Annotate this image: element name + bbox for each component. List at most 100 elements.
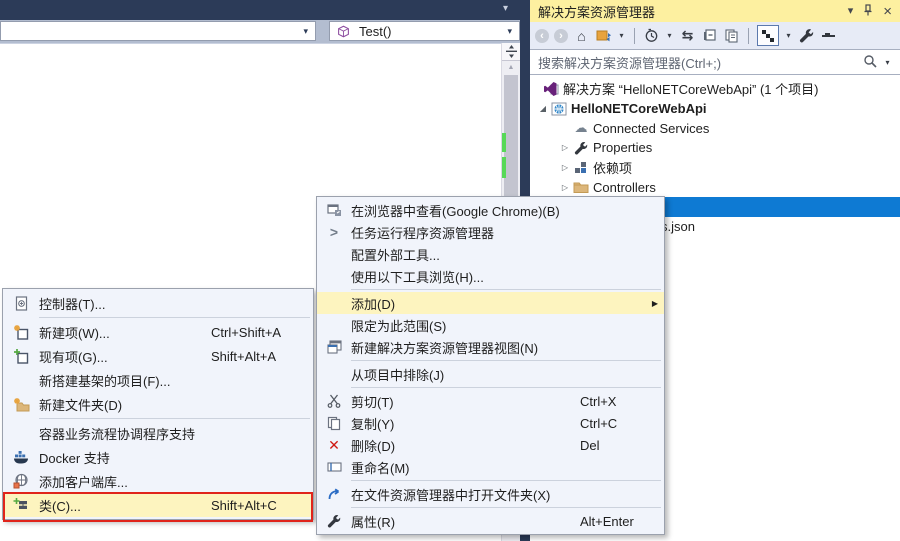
refresh-icon[interactable]: ⇆ — [679, 27, 696, 44]
home-icon[interactable]: ⌂ — [573, 27, 590, 44]
solution-explorer-titlebar: 解决方案资源管理器 ▾ × — [530, 0, 900, 22]
controller-icon — [3, 295, 39, 311]
scrollbar-up-icon[interactable]: ▲ — [502, 61, 520, 74]
sync-with-active-document-icon[interactable] — [757, 25, 779, 46]
splitter-handle-icon[interactable] — [502, 43, 520, 61]
menu-item-open-folder-in-file-explorer[interactable]: 在文件资源管理器中打开文件夹(X) — [317, 483, 664, 505]
menu-item-cut[interactable]: 剪切(T) Ctrl+X — [317, 390, 664, 412]
menu-item-view-in-browser[interactable]: 在浏览器中查看(Google Chrome)(B) — [317, 199, 664, 221]
folder-icon — [572, 180, 590, 194]
search-box[interactable]: 搜索解决方案资源管理器(Ctrl+;) ▾ — [530, 49, 900, 75]
menu-shortcut: Alt+Enter — [580, 513, 634, 529]
expander-expanded-icon[interactable]: ◢ — [536, 104, 550, 113]
submenu-item-docker-support[interactable]: Docker 支持 — [3, 445, 313, 469]
menu-item-browse-with[interactable]: 使用以下工具浏览(H)... — [317, 265, 664, 287]
chevron-down-icon: ▾ — [303, 26, 308, 36]
copy-icon — [317, 416, 351, 431]
back-icon[interactable]: ‹ — [535, 28, 549, 43]
pin-icon[interactable] — [863, 3, 873, 19]
submenu-item-new-scaffolded-item[interactable]: 新搭建基架的项目(F)... — [3, 368, 313, 392]
search-input[interactable]: 搜索解决方案资源管理器(Ctrl+;) — [538, 53, 857, 72]
panel-title: 解决方案资源管理器 — [538, 4, 656, 20]
docker-icon — [3, 450, 39, 464]
tree-item-dependencies[interactable]: ▷ 依赖项 — [530, 158, 900, 178]
menu-item-rename[interactable]: 重命名(M) — [317, 456, 664, 478]
tree-item-label: 解决方案 “HelloNETCoreWebApi” (1 个项目) — [563, 82, 819, 98]
solution-explorer-toolbar: ‹ › ⌂ ▾ ▾ ⇆ ▾ — [530, 22, 900, 49]
menu-item-label: 使用以下工具浏览(H)... — [351, 269, 484, 285]
menu-item-label: 类(C)... — [39, 498, 81, 514]
collapse-all-icon[interactable] — [701, 27, 718, 44]
client-library-icon — [3, 473, 39, 489]
menu-item-label: 在文件资源管理器中打开文件夹(X) — [351, 487, 551, 503]
tree-item-properties[interactable]: ▷ Properties — [530, 138, 900, 158]
filter-dropdown-icon[interactable]: ▾ — [665, 27, 674, 44]
menu-separator — [351, 507, 661, 508]
menu-shortcut: Del — [580, 437, 600, 453]
close-icon[interactable]: × — [883, 4, 892, 19]
switch-views-icon[interactable] — [595, 27, 612, 44]
menu-item-copy[interactable]: 复制(Y) Ctrl+C — [317, 412, 664, 434]
preview-selected-items-icon[interactable] — [723, 27, 740, 44]
tree-item-solution[interactable]: 解决方案 “HelloNETCoreWebApi” (1 个项目) — [530, 79, 900, 99]
menu-item-label: 新建解决方案资源管理器视图(N) — [351, 340, 539, 356]
menu-item-task-runner-explorer[interactable]: > 任务运行程序资源管理器 — [317, 221, 664, 243]
context-menu: 在浏览器中查看(Google Chrome)(B) > 任务运行程序资源管理器 … — [316, 196, 665, 535]
submenu-arrow-icon: ▶ — [651, 298, 658, 308]
submenu-item-new-item[interactable]: 新建项(W)... Ctrl+Shift+A — [3, 320, 313, 344]
menu-shortcut: Shift+Alt+C — [211, 497, 277, 513]
tree-item-label: HelloNETCoreWebApi — [571, 101, 707, 117]
submenu-item-class[interactable]: 类(C)... Shift+Alt+C — [3, 493, 313, 517]
tree-item-connected-services[interactable]: ☁ Connected Services — [530, 118, 900, 138]
vs-window: ▾ ▾ Test() ▾ ▲ 解决方案资源管理器 ▾ × ‹ › ⌂ ▾ ▾ ⇆… — [0, 0, 900, 541]
submenu-item-controller[interactable]: 控制器(T)... — [3, 291, 313, 315]
submenu-item-add-client-library[interactable]: 添加客户端库... — [3, 469, 313, 493]
menu-item-label: Docker 支持 — [39, 450, 110, 466]
member-dropdown[interactable]: Test() ▾ — [329, 21, 520, 41]
menu-item-properties[interactable]: 属性(R) Alt+Enter — [317, 510, 664, 532]
search-dropdown-icon[interactable]: ▾ — [883, 54, 892, 71]
menu-item-label: 配置外部工具... — [351, 247, 440, 263]
method-icon — [335, 23, 352, 40]
toolbar-separator — [748, 27, 749, 44]
menu-item-label: 剪切(T) — [351, 394, 394, 410]
menu-item-new-solution-explorer-view[interactable]: 新建解决方案资源管理器视图(N) — [317, 336, 664, 358]
collapse-icon[interactable] — [820, 27, 837, 44]
menu-item-scope-to-this[interactable]: 限定为此范围(S) — [317, 314, 664, 336]
submenu-item-container-orchestrator-support[interactable]: 容器业务流程协调程序支持 — [3, 421, 313, 445]
tree-item-controllers[interactable]: ▷ Controllers — [530, 177, 900, 197]
switch-views-dropdown-icon[interactable]: ▾ — [617, 27, 626, 44]
search-icon[interactable] — [863, 54, 877, 71]
menu-item-label: 删除(D) — [351, 438, 396, 454]
forward-icon[interactable]: › — [554, 28, 568, 43]
properties-wrench-icon — [572, 141, 590, 155]
menu-item-add[interactable]: 添加(D) ▶ — [317, 292, 664, 314]
submenu-item-new-folder[interactable]: 新建文件夹(D) — [3, 392, 313, 416]
expander-collapsed-icon[interactable]: ▷ — [558, 163, 572, 172]
expander-collapsed-icon[interactable]: ▷ — [558, 143, 572, 152]
menu-item-exclude-from-project[interactable]: 从项目中排除(J) — [317, 363, 664, 385]
menu-separator — [39, 317, 310, 318]
window-position-icon[interactable]: ▾ — [848, 5, 854, 17]
pending-changes-filter-icon[interactable] — [643, 27, 660, 44]
menu-item-delete[interactable]: ✕ 删除(D) Del — [317, 434, 664, 456]
menu-item-label: 任务运行程序资源管理器 — [351, 225, 495, 241]
submenu-item-existing-item[interactable]: 现有项(G)... Shift+Alt+A — [3, 344, 313, 368]
properties-icon[interactable] — [798, 27, 815, 44]
open-folder-arrow-icon — [317, 487, 351, 501]
tab-overflow-icon[interactable]: ▾ — [503, 3, 508, 14]
editor-navigation-bar: ▾ Test() ▾ — [0, 20, 520, 43]
expander-collapsed-icon[interactable]: ▷ — [558, 183, 572, 192]
tree-item-project[interactable]: ◢ HelloNETCoreWebApi — [530, 99, 900, 119]
sync-dropdown-icon[interactable]: ▾ — [784, 27, 793, 44]
menu-item-configure-external-tools[interactable]: 配置外部工具... — [317, 243, 664, 265]
add-submenu: 控制器(T)... 新建项(W)... Ctrl+Shift+A 现有项(G).… — [2, 288, 314, 522]
type-dropdown[interactable]: ▾ — [0, 21, 316, 41]
toolbar-separator — [634, 27, 635, 44]
chevron-down-icon: ▾ — [507, 26, 512, 36]
menu-separator — [39, 418, 310, 419]
change-indicator — [502, 157, 506, 178]
menu-item-label: 容器业务流程协调程序支持 — [39, 426, 196, 442]
web-project-icon — [550, 101, 568, 117]
new-view-icon — [317, 340, 351, 354]
